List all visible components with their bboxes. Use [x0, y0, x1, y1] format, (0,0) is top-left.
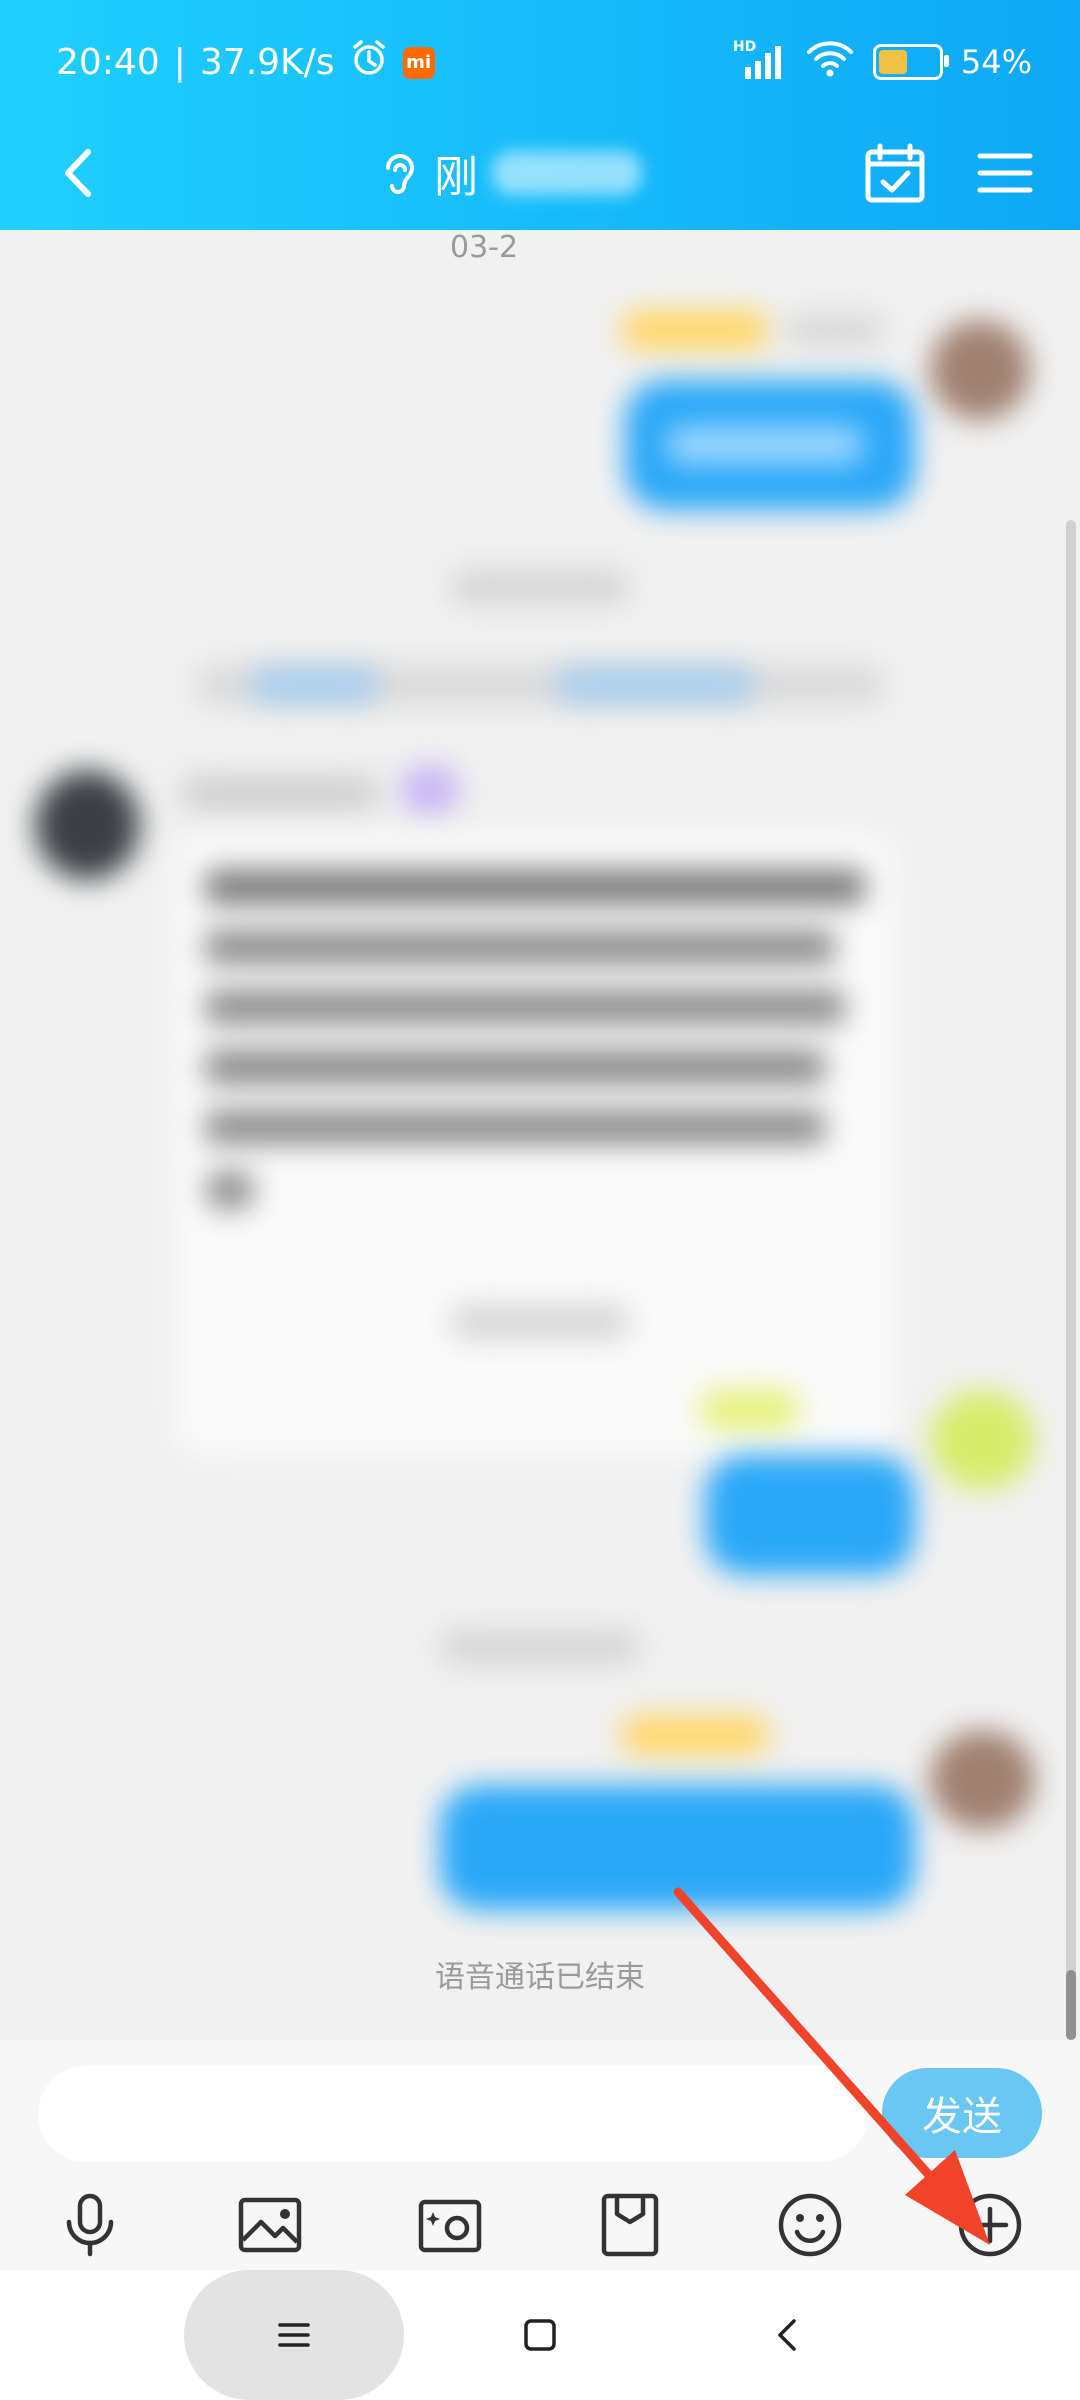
system-time — [440, 1630, 640, 1664]
sender-tag — [700, 1390, 800, 1430]
file-button[interactable] — [585, 2180, 675, 2270]
alarm-icon — [349, 38, 389, 87]
home-button[interactable] — [510, 2305, 570, 2365]
back-button[interactable] — [44, 138, 114, 208]
blurred-title — [492, 151, 642, 195]
emoji-button[interactable] — [765, 2180, 855, 2270]
sender-tag — [620, 310, 770, 350]
input-toolbar — [0, 2180, 1080, 2270]
status-bar: 20:40 | 37.9K/s mi HD 54% — [0, 0, 1080, 120]
call-ended-notice: 语音通话已结束 — [435, 1960, 645, 1995]
network-speed: 37.9K/s — [199, 42, 335, 83]
ear-icon — [386, 154, 415, 194]
status-time: 20:40 — [56, 42, 160, 83]
input-bar: 发送 — [0, 2040, 1080, 2270]
message-date: 03-2 — [450, 230, 519, 265]
menu-icon — [278, 2323, 310, 2347]
plus-circle-icon — [958, 2193, 1022, 2257]
wifi-icon — [805, 38, 855, 86]
system-back-button[interactable] — [758, 2305, 818, 2365]
more-actions-button[interactable] — [945, 2180, 1035, 2270]
calendar-check-icon — [865, 143, 925, 203]
chat-messages[interactable]: 03-2 语音通话已结束 — [0, 230, 1080, 2040]
sender-badge — [400, 765, 460, 815]
signal-icon: HD — [733, 39, 787, 81]
chevron-left-icon — [65, 149, 91, 197]
message-bubble-content — [665, 425, 865, 465]
camera-button[interactable] — [405, 2180, 495, 2270]
message-text — [205, 870, 865, 904]
scrollbar-thumb[interactable] — [1066, 1970, 1076, 2040]
send-button[interactable]: 发送 — [882, 2068, 1042, 2158]
sender-tag — [620, 1715, 770, 1755]
message-bubble[interactable] — [175, 835, 895, 1455]
message-text — [205, 990, 845, 1024]
system-time — [450, 1305, 630, 1339]
back-chevron-icon — [778, 2319, 796, 2351]
hamburger-menu-icon — [977, 153, 1033, 193]
calendar-button[interactable] — [860, 138, 930, 208]
mi-badge-icon: mi — [402, 46, 435, 79]
message-text — [205, 1110, 825, 1144]
sender-name — [180, 775, 380, 811]
message-text — [205, 1050, 825, 1084]
nav-bar: 刚 — [0, 120, 1080, 230]
home-square-icon — [524, 2319, 556, 2351]
sender-name — [785, 315, 885, 345]
more-menu-button[interactable] — [970, 138, 1040, 208]
battery-icon — [872, 44, 949, 80]
system-notice-link[interactable] — [555, 667, 755, 703]
chat-title[interactable]: 刚 — [380, 138, 642, 208]
battery-fill — [878, 50, 907, 74]
app-header: 20:40 | 37.9K/s mi HD 54% 刚 — [0, 0, 1080, 230]
system-notice-link[interactable] — [250, 667, 380, 703]
message-text — [205, 1170, 255, 1210]
status-right: HD 54% — [733, 38, 1032, 86]
message-text — [205, 930, 835, 964]
camera-icon — [418, 2199, 482, 2253]
system-nav-bar — [0, 2270, 1080, 2400]
microphone-icon — [66, 2193, 114, 2257]
file-icon — [601, 2193, 659, 2257]
message-bubble[interactable] — [440, 1785, 915, 1910]
battery-percent: 54% — [960, 43, 1032, 81]
status-separator: | — [173, 42, 186, 83]
image-button[interactable] — [225, 2180, 315, 2270]
status-left: 20:40 | 37.9K/s mi — [56, 38, 435, 87]
emoji-icon — [778, 2193, 842, 2257]
voice-button[interactable] — [45, 2180, 135, 2270]
system-time — [450, 570, 630, 604]
avatar[interactable] — [930, 320, 1030, 420]
chat-title-text: 刚 — [434, 152, 478, 203]
recent-apps-button[interactable] — [184, 2270, 404, 2400]
message-input[interactable] — [38, 2066, 868, 2162]
avatar[interactable] — [35, 770, 140, 880]
message-bubble[interactable] — [705, 1455, 915, 1575]
image-icon — [238, 2197, 302, 2253]
avatar[interactable] — [930, 1390, 1035, 1490]
scrollbar-track[interactable] — [1066, 520, 1076, 2040]
avatar[interactable] — [930, 1730, 1035, 1830]
